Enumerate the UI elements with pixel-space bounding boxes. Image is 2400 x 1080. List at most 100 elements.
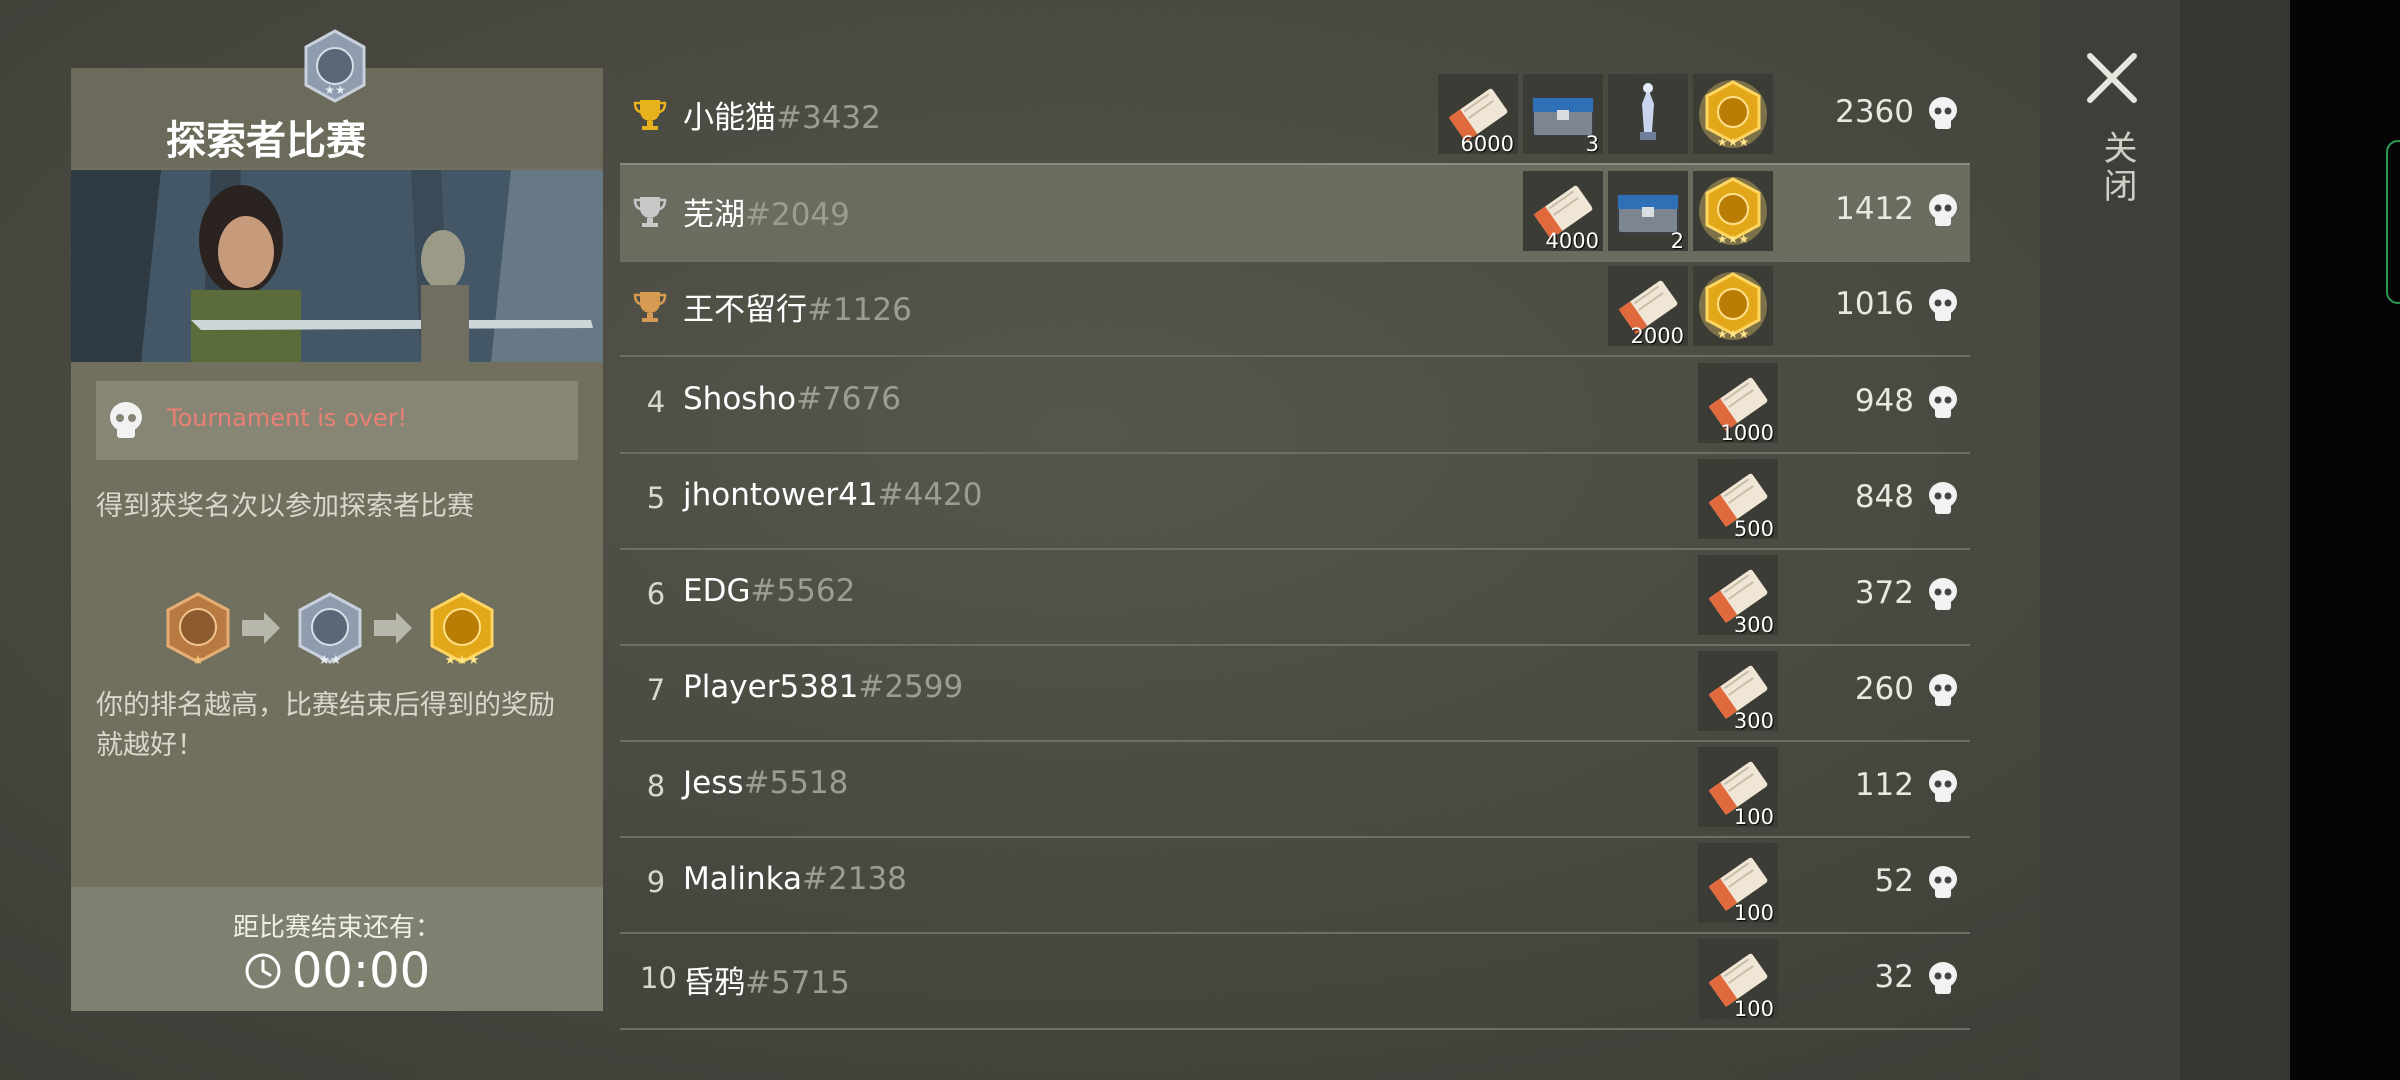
reward-medal: ★★★	[1693, 266, 1773, 346]
player-name-text: Malinka	[683, 861, 803, 897]
player-name-text: 小能猫	[683, 100, 776, 136]
skull-icon	[1929, 482, 1957, 514]
player-tag: #2599	[858, 669, 964, 705]
player-name: Player5381#2599	[683, 669, 963, 705]
reward-tickets: 1000	[1698, 363, 1778, 445]
skull-icon	[1929, 866, 1957, 898]
player-tag: #2138	[802, 861, 907, 897]
player-score: 52	[1874, 863, 1914, 899]
countdown-value: 00:00	[291, 943, 431, 999]
rank-progression: ★ ★★ ★★★	[160, 590, 520, 674]
skull-icon	[1929, 97, 1957, 129]
reward-quantity: 100	[1733, 997, 1774, 1021]
leaderboard-row[interactable]: 7 Player5381#2599 300 260	[620, 645, 1970, 742]
reward-quantity: 2000	[1630, 324, 1684, 348]
player-name: Jess#5518	[683, 765, 848, 801]
player-name: 芜湖#2049	[683, 189, 850, 234]
player-tag: #5518	[743, 765, 849, 801]
player-score: 32	[1874, 959, 1914, 995]
leaderboard-row[interactable]: 6 EDG#5562 300 372	[620, 549, 1970, 646]
bronze-rank-badge-icon: ★	[166, 592, 230, 668]
player-score: 372	[1854, 575, 1914, 611]
reward-tickets: 2000	[1608, 266, 1688, 348]
player-tag: #2049	[745, 197, 850, 233]
leaderboard-row[interactable]: 王不留行#1126 2000 ★★★ 1016	[620, 260, 1970, 357]
countdown-footer: 距比赛结束还有： 00:00	[71, 887, 603, 1011]
arrow-right-icon	[242, 612, 280, 644]
reward-quantity: 6000	[1460, 132, 1514, 156]
player-name: Malinka#2138	[683, 861, 907, 897]
reward-quantity: 500	[1733, 517, 1774, 541]
rank-number: 4	[646, 385, 666, 419]
player-score: 948	[1854, 383, 1914, 419]
svg-text:★★: ★★	[324, 83, 346, 97]
svg-text:★★: ★★	[318, 653, 341, 668]
player-tag: #3432	[776, 100, 881, 136]
skull-icon	[1929, 386, 1957, 418]
rank-number: 7	[646, 673, 666, 707]
reward-quantity: 300	[1733, 709, 1774, 733]
svg-text:★★★: ★★★	[1717, 327, 1749, 341]
right-side-panel-dark	[2180, 0, 2290, 1080]
reward-quantity: 300	[1733, 613, 1774, 637]
player-name-text: 芜湖	[683, 197, 745, 233]
reward-tickets: 100	[1698, 747, 1778, 829]
skull-icon	[1929, 674, 1957, 706]
system-edge-handle[interactable]	[2386, 140, 2400, 304]
screen-edge	[2290, 0, 2400, 1080]
player-name: 王不留行#1126	[683, 284, 912, 329]
svg-text:★: ★	[192, 653, 204, 668]
silver-rank-badge-icon: ★★	[298, 592, 362, 668]
player-name: 昏鸦#5715	[683, 957, 850, 1002]
reward-hint-text: 你的排名越高，比赛结束后得到的奖励就越好！	[96, 690, 555, 761]
player-name-text: 王不留行	[683, 292, 807, 328]
player-score: 2360	[1835, 94, 1914, 130]
leaderboard-row[interactable]: 小能猫#3432 6000 3 ★★★ 2360	[620, 68, 1970, 165]
reward-tickets: 100	[1698, 939, 1778, 1021]
close-button[interactable]: 关闭	[2093, 130, 2142, 206]
player-name: Shosho#7676	[683, 381, 901, 417]
close-icon[interactable]	[2082, 48, 2142, 108]
reward-tickets: 6000	[1438, 74, 1518, 156]
silver-rank-badge-icon: ★★	[304, 29, 366, 103]
reward-crate: 2	[1608, 171, 1688, 253]
player-tag: #5562	[750, 573, 856, 609]
countdown-label: 距比赛结束还有：	[232, 913, 441, 943]
reward-medal: ★★★	[1693, 171, 1773, 251]
leaderboard-row[interactable]: 4 Shosho#7676 1000 948	[620, 357, 1970, 454]
reward-quantity: 3	[1585, 132, 1599, 156]
skull-icon	[110, 402, 142, 438]
leaderboard-row[interactable]: 10 昏鸦#5715 100 32	[620, 933, 1970, 1030]
rank-number: 10	[640, 961, 677, 995]
player-name: EDG#5562	[683, 573, 855, 609]
player-score: 1412	[1835, 191, 1914, 227]
leaderboard-row[interactable]: 5 jhontower41#4420 500 848	[620, 453, 1970, 550]
player-tag: #7676	[796, 381, 901, 417]
countdown: 00:00	[71, 943, 603, 999]
player-name-text: EDG	[683, 573, 751, 609]
player-name-text: 昏鸦	[683, 965, 745, 1001]
rank-number: 5	[646, 481, 666, 515]
tournament-banner-image	[71, 170, 603, 362]
leaderboard-row[interactable]: 芜湖#2049 4000 2 ★★★ 1412	[620, 163, 1970, 262]
reward-tickets: 4000	[1523, 171, 1603, 253]
leaderboard-row[interactable]: 8 Jess#5518 100 112	[620, 741, 1970, 838]
tournament-description: 得到获奖名次以参加探索者比赛	[96, 491, 474, 522]
silver-trophy-icon	[633, 197, 667, 227]
bronze-trophy-icon	[633, 292, 667, 322]
player-name-text: Jess	[683, 765, 744, 801]
reward-quantity: 1000	[1720, 421, 1774, 445]
reward-tickets: 300	[1698, 555, 1778, 637]
player-name-text: jhontower41	[683, 477, 878, 513]
gold-rank-badge-icon: ★★★	[430, 592, 494, 668]
reward-quantity: 2	[1670, 229, 1684, 253]
reward-tickets: 500	[1698, 459, 1778, 541]
player-tag: #1126	[807, 292, 912, 328]
leaderboard-row[interactable]: 9 Malinka#2138 100 52	[620, 837, 1970, 934]
player-name-text: Player5381	[683, 669, 859, 705]
player-name: 小能猫#3432	[683, 92, 881, 137]
rank-number: 6	[646, 577, 666, 611]
player-name: jhontower41#4420	[683, 477, 983, 513]
trophy-statue-icon	[1640, 83, 1656, 140]
player-name-text: Shosho	[683, 381, 797, 417]
